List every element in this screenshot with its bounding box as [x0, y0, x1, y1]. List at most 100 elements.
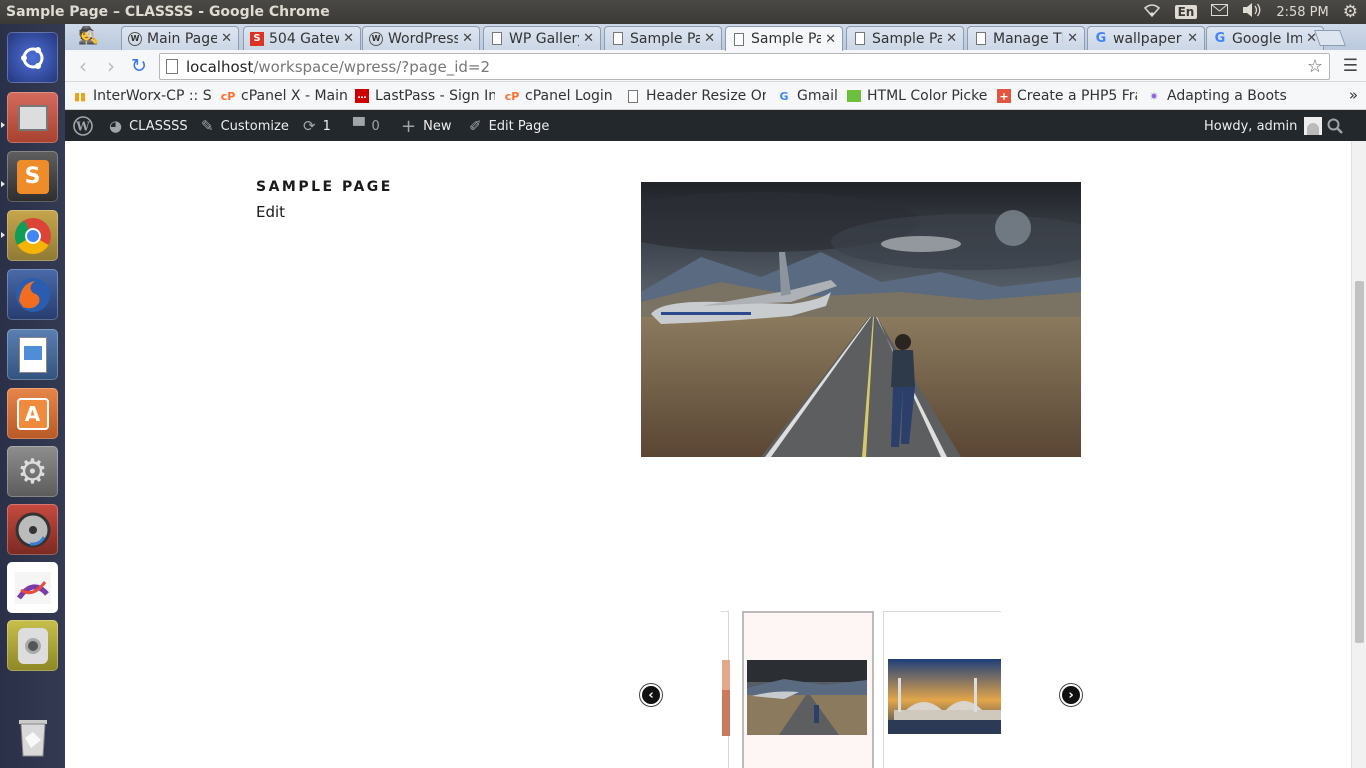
bookmarks-bar: ▮▮ InterWorx-CP :: Si cP cPanel X - Main … La…: [65, 82, 1366, 110]
page-content: SAMPLE PAGE Edit ‹ ›: [65, 141, 1351, 768]
clock[interactable]: 2:58 PM: [1276, 5, 1328, 20]
close-tab-icon[interactable]: ✕: [343, 31, 354, 46]
bookmark-item[interactable]: cP cPanel X - Main: [221, 87, 349, 105]
comments-menu[interactable]: ▀ 0: [353, 110, 380, 142]
tab[interactable]: S 504 Gateway ✕: [243, 26, 361, 50]
google-favicon-icon: G: [779, 89, 789, 103]
address-bar[interactable]: localhost/workspace/wpress/?page_id=2 ☆: [159, 53, 1330, 80]
dashboard-icon: ◕: [109, 117, 123, 135]
close-tab-icon[interactable]: ✕: [221, 31, 232, 46]
wordpress-favicon-icon: W: [128, 31, 142, 46]
ubuntu-dash-icon[interactable]: [7, 32, 58, 83]
close-tab-icon[interactable]: ✕: [583, 31, 594, 46]
system-settings-icon[interactable]: ⚙: [7, 446, 58, 497]
libreoffice-impress-icon[interactable]: [7, 329, 58, 380]
my-account-menu[interactable]: Howdy, admin: [1204, 110, 1323, 142]
app-icon[interactable]: [7, 562, 58, 613]
close-tab-icon[interactable]: ✕: [462, 31, 473, 46]
bookmark-item[interactable]: ▮▮ InterWorx-CP :: Si: [73, 87, 213, 105]
bookmark-item[interactable]: … LastPass - Sign In: [355, 87, 495, 105]
reload-button[interactable]: ↻: [125, 52, 153, 80]
forward-button[interactable]: ›: [97, 52, 125, 80]
bookmark-item[interactable]: + Create a PHP5 Fra: [997, 87, 1137, 105]
close-tab-icon[interactable]: ✕: [704, 31, 715, 46]
tab-title: WP Gallery: [509, 30, 580, 47]
cpanel-favicon-icon: cP: [505, 89, 520, 103]
close-tab-icon[interactable]: ✕: [1067, 31, 1078, 46]
tab-strip: 🕵 WMain Page✕S504 Gateway✕WWordPress✕WP …: [65, 24, 1366, 51]
updates-icon: ⟳: [303, 117, 316, 135]
gallery-thumbnail[interactable]: [883, 611, 1001, 768]
tab[interactable]: WP Gallery ✕: [483, 26, 601, 50]
google-favicon-icon: G: [1095, 31, 1107, 46]
menu-icon[interactable]: ☰: [1343, 56, 1358, 76]
settings-gear-icon[interactable]: ⚙: [1343, 2, 1358, 22]
edit-page-label: Edit Page: [488, 118, 550, 134]
indicators: En 2:58 PM ⚙: [1143, 0, 1358, 24]
new-tab-button[interactable]: [1314, 30, 1346, 46]
wifi-icon[interactable]: [1143, 3, 1161, 21]
customize-menu[interactable]: ✎ Customize: [201, 110, 289, 142]
back-button[interactable]: ‹: [69, 52, 97, 80]
trash-icon[interactable]: [7, 710, 58, 761]
browser-toolbar: ‹ › ↻ localhost/workspace/wpress/?page_i…: [65, 50, 1366, 82]
edit-link[interactable]: Edit: [256, 203, 285, 221]
page-icon: [166, 59, 178, 74]
comments-count: 0: [371, 118, 380, 134]
chrome-icon[interactable]: [7, 210, 58, 261]
bookmark-item[interactable]: ✷ Adapting a Boots: [1147, 87, 1287, 105]
volume-icon[interactable]: [1242, 3, 1262, 21]
software-center-icon[interactable]: A: [7, 388, 58, 439]
more-bookmarks-icon[interactable]: »: [1349, 86, 1358, 104]
files-icon[interactable]: [7, 92, 58, 143]
gallery-main-image[interactable]: [641, 182, 1081, 457]
bookmark-label: LastPass - Sign In: [375, 88, 495, 104]
search-icon[interactable]: [1327, 110, 1343, 142]
page-scrollbar[interactable]: [1351, 141, 1366, 768]
bookmark-item[interactable]: Header Resize Or: [626, 87, 766, 105]
brush-icon: ✎: [201, 117, 214, 135]
page-favicon-icon: [974, 32, 988, 46]
tab-active[interactable]: Sample Page ✕: [725, 26, 843, 51]
bookmark-label: cPanel Login: [525, 88, 613, 104]
wordpress-favicon-icon: W: [369, 31, 383, 46]
new-content-menu[interactable]: + New: [401, 110, 451, 142]
audio-icon[interactable]: [7, 620, 58, 671]
tab[interactable]: GGoogle Images✕: [1206, 26, 1324, 50]
scrollbar-thumb[interactable]: [1355, 281, 1364, 643]
avatar: [1304, 117, 1323, 135]
url-path: /workspace/wpress/?page_id=2: [253, 57, 491, 76]
s-red-favicon-icon: S: [250, 31, 264, 46]
tab[interactable]: Manage Themes ✕: [967, 26, 1085, 50]
firefox-icon[interactable]: [7, 269, 58, 320]
gallery-next-button[interactable]: ›: [1060, 684, 1082, 706]
bookmark-item[interactable]: cP cPanel Login: [505, 87, 617, 105]
sparkle-favicon-icon: ✷: [1149, 89, 1159, 103]
bookmark-star-icon[interactable]: ☆: [1307, 56, 1323, 77]
wp-logo-icon[interactable]: W: [73, 110, 93, 142]
tab[interactable]: Sample Page ✕: [846, 26, 964, 50]
tab[interactable]: W Main Page ✕: [121, 26, 239, 50]
sublime-text-icon[interactable]: S: [7, 151, 58, 202]
bookmark-item[interactable]: HTML Color Picke: [847, 87, 987, 105]
close-tab-icon[interactable]: ✕: [1187, 31, 1198, 46]
site-name-menu[interactable]: ◕ CLASSSS: [109, 110, 188, 142]
updates-count: 1: [322, 118, 331, 134]
bookmark-item[interactable]: G Gmail: [777, 87, 839, 105]
edit-page-menu[interactable]: ✐ Edit Page: [469, 110, 549, 142]
tab[interactable]: Sample Page ✕: [604, 26, 722, 50]
mail-icon[interactable]: [1211, 4, 1229, 20]
plus-icon: +: [401, 115, 417, 137]
gallery-thumbnail-selected[interactable]: [742, 611, 874, 768]
gallery-prev-button[interactable]: ‹: [640, 684, 662, 706]
backup-icon[interactable]: [7, 504, 58, 555]
close-tab-icon[interactable]: ✕: [946, 31, 957, 46]
url-host: localhost: [186, 57, 254, 76]
updates-menu[interactable]: ⟳ 1: [303, 110, 331, 142]
close-tab-icon[interactable]: ✕: [825, 32, 836, 47]
keyboard-indicator[interactable]: En: [1174, 5, 1198, 19]
gallery-thumbnail[interactable]: [721, 611, 730, 768]
tab[interactable]: W WordPress ✕: [362, 26, 480, 50]
new-label: New: [423, 118, 452, 134]
tab[interactable]: Gwallpaper ✕: [1087, 26, 1205, 50]
